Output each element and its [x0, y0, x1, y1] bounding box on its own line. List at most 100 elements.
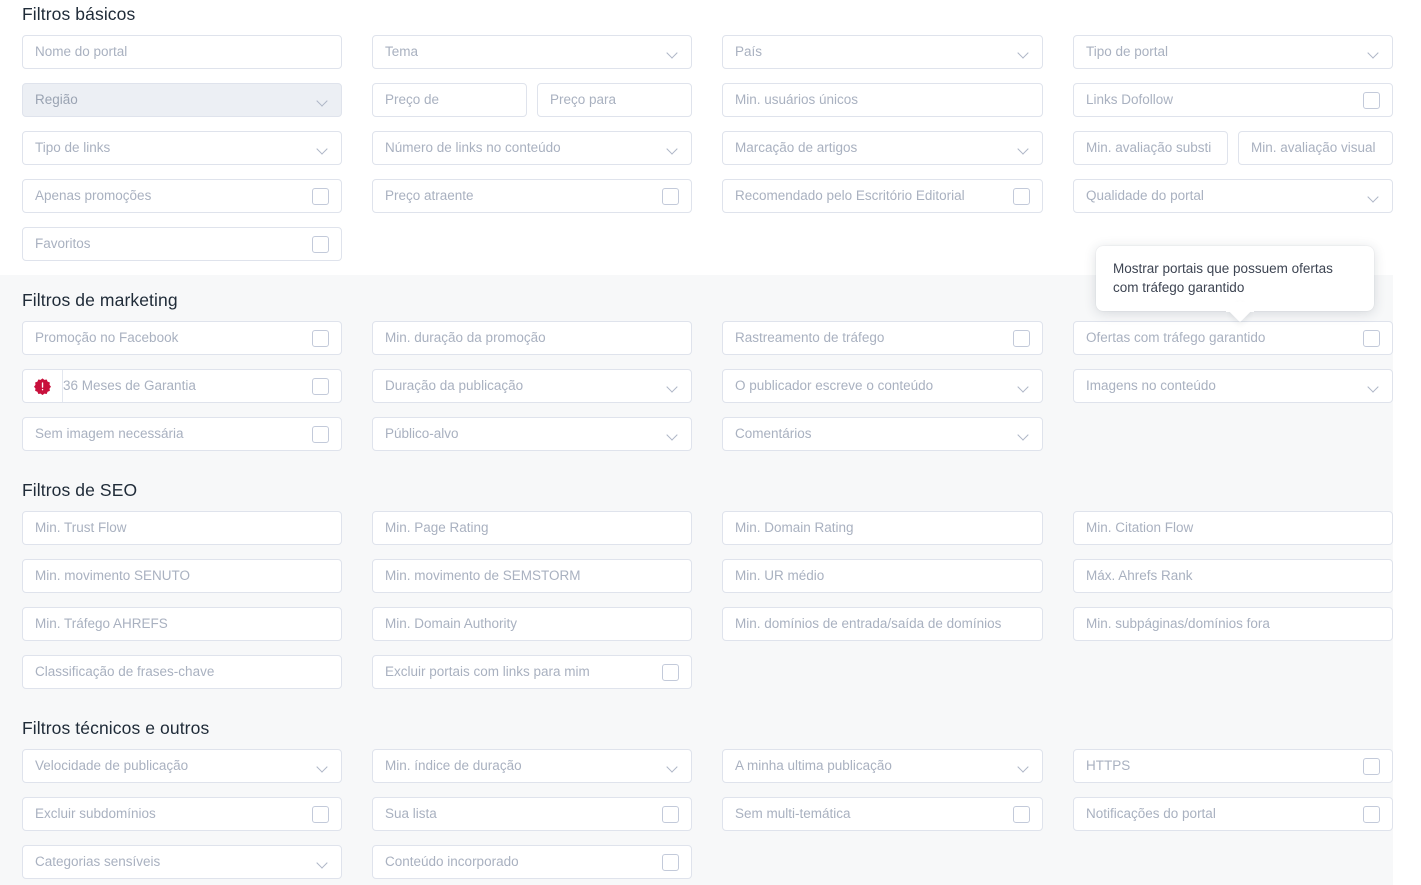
field-min-visual-rating[interactable]: Min. avaliação visual — [1238, 131, 1393, 165]
cell-min-ahrefs-traffic: Min. Tráfego AHREFS — [22, 607, 372, 655]
favorites-checkbox[interactable] — [312, 235, 329, 253]
field-links-in-content-count[interactable]: Número de links no conteúdo — [372, 131, 692, 165]
field-price-to[interactable]: Preço para — [537, 83, 692, 117]
https-checkbox[interactable] — [1363, 757, 1380, 775]
chevron-down-icon[interactable] — [1019, 49, 1030, 56]
chevron-down-icon[interactable] — [668, 383, 679, 390]
field-min-ahrefs-traffic[interactable]: Min. Tráfego AHREFS — [22, 607, 342, 641]
field-https[interactable]: HTTPS — [1073, 749, 1393, 783]
price-from-placeholder: Preço de — [385, 92, 440, 107]
field-guaranteed-traffic-offers[interactable]: Ofertas com tráfego garantido — [1073, 321, 1393, 355]
chevron-down-icon[interactable] — [1019, 431, 1030, 438]
exclude-portals-linking-to-me-checkbox[interactable] — [662, 663, 679, 681]
field-portal-name[interactable]: Nome do portal — [22, 35, 342, 69]
field-min-page-rating[interactable]: Min. Page Rating — [372, 511, 692, 545]
field-traffic-tracking[interactable]: Rastreamento de tráfego — [722, 321, 1043, 355]
chevron-down-icon[interactable] — [668, 431, 679, 438]
chevron-down-icon[interactable] — [318, 97, 329, 104]
promotions-only-checkbox[interactable] — [312, 187, 329, 205]
cell-portal-quality: Qualidade do portal — [1073, 179, 1421, 227]
field-min-semstorm-movement[interactable]: Min. movimento de SEMSTORM — [372, 559, 692, 593]
chevron-down-icon[interactable] — [668, 49, 679, 56]
no-image-required-checkbox[interactable] — [312, 425, 329, 443]
field-keyphrase-classification[interactable]: Classificação de frases-chave — [22, 655, 342, 689]
guaranteed-traffic-offers-checkbox[interactable] — [1363, 329, 1380, 347]
field-link-type[interactable]: Tipo de links — [22, 131, 342, 165]
field-no-multi-thematic[interactable]: Sem multi-temática — [722, 797, 1043, 831]
field-publication-duration[interactable]: Duração da publicação — [372, 369, 692, 403]
dofollow-links-checkbox[interactable] — [1363, 91, 1380, 109]
field-region[interactable]: Região — [22, 83, 342, 117]
field-promotions-only[interactable]: Apenas promoções — [22, 179, 342, 213]
no-image-required-placeholder: Sem imagem necessária — [35, 426, 184, 441]
field-target-audience[interactable]: Público-alvo — [372, 417, 692, 451]
keyphrase-classification-placeholder: Classificação de frases-chave — [35, 664, 215, 679]
exclude-subdomains-checkbox[interactable] — [312, 805, 329, 823]
chevron-down-icon[interactable] — [318, 859, 329, 866]
cell-min-domain-authority: Min. Domain Authority — [372, 607, 722, 655]
attractive-price-checkbox[interactable] — [662, 187, 679, 205]
chevron-down-icon[interactable] — [1369, 193, 1380, 200]
field-exclude-subdomains[interactable]: Excluir subdomínios — [22, 797, 342, 831]
field-article-marking[interactable]: Marcação de artigos — [722, 131, 1043, 165]
field-publisher-writes-content[interactable]: O publicador escreve o conteúdo — [722, 369, 1043, 403]
cell-min-unique-users: Min. usuários únicos — [722, 83, 1073, 131]
portal-notifications-checkbox[interactable] — [1363, 805, 1380, 823]
chevron-down-icon[interactable] — [1019, 145, 1030, 152]
field-min-trust-flow[interactable]: Min. Trust Flow — [22, 511, 342, 545]
field-publication-speed[interactable]: Velocidade de publicação — [22, 749, 342, 783]
traffic-tracking-checkbox[interactable] — [1013, 329, 1030, 347]
field-country[interactable]: País — [722, 35, 1043, 69]
field-portal-notifications[interactable]: Notificações do portal — [1073, 797, 1393, 831]
field-max-ahrefs-rank[interactable]: Máx. Ahrefs Rank — [1073, 559, 1393, 593]
field-attractive-price[interactable]: Preço atraente — [372, 179, 692, 213]
field-portal-type[interactable]: Tipo de portal — [1073, 35, 1393, 69]
chevron-down-icon[interactable] — [318, 145, 329, 152]
portal-type-placeholder: Tipo de portal — [1086, 44, 1169, 59]
36-months-warranty-checkbox[interactable] — [312, 377, 329, 395]
field-portal-quality[interactable]: Qualidade do portal — [1073, 179, 1393, 213]
field-images-in-content[interactable]: Imagens no conteúdo — [1073, 369, 1393, 403]
recommended-by-editorial-office-checkbox[interactable] — [1013, 187, 1030, 205]
field-min-subpages-out-domains[interactable]: Min. subpáginas/domínios fora — [1073, 607, 1393, 641]
embedded-content-checkbox[interactable] — [662, 853, 679, 871]
field-your-list[interactable]: Sua lista — [372, 797, 692, 831]
your-list-checkbox[interactable] — [662, 805, 679, 823]
field-min-unique-users[interactable]: Min. usuários únicos — [722, 83, 1043, 117]
chevron-down-icon[interactable] — [1019, 763, 1030, 770]
exclude-portals-linking-to-me-placeholder: Excluir portais com links para mim — [385, 664, 590, 679]
cell-min-in-out-domains: Min. domínios de entrada/saída de domíni… — [722, 607, 1073, 655]
field-dofollow-links[interactable]: Links Dofollow — [1073, 83, 1393, 117]
field-min-duration-index[interactable]: Min. índice de duração — [372, 749, 692, 783]
field-min-substantive-rating[interactable]: Min. avaliação substi — [1073, 131, 1228, 165]
field-no-image-required[interactable]: Sem imagem necessária — [22, 417, 342, 451]
chevron-down-icon[interactable] — [668, 763, 679, 770]
chevron-down-icon[interactable] — [318, 763, 329, 770]
cell-keyphrase-classification: Classificação de frases-chave — [22, 655, 372, 703]
field-my-last-publication[interactable]: A minha ultima publicação — [722, 749, 1043, 783]
field-sensitive-categories[interactable]: Categorias sensíveis — [22, 845, 342, 879]
chevron-down-icon[interactable] — [1369, 383, 1380, 390]
field-exclude-portals-linking-to-me[interactable]: Excluir portais com links para mim — [372, 655, 692, 689]
facebook-promotion-checkbox[interactable] — [312, 329, 329, 347]
chevron-down-icon[interactable] — [668, 145, 679, 152]
field-theme[interactable]: Tema — [372, 35, 692, 69]
field-min-citation-flow[interactable]: Min. Citation Flow — [1073, 511, 1393, 545]
field-min-domain-rating[interactable]: Min. Domain Rating — [722, 511, 1043, 545]
field-comments[interactable]: Comentários — [722, 417, 1043, 451]
field-min-promotion-duration[interactable]: Min. duração da promoção — [372, 321, 692, 355]
field-price-from[interactable]: Preço de — [372, 83, 527, 117]
field-min-senuto-movement[interactable]: Min. movimento SENUTO — [22, 559, 342, 593]
field-min-in-out-domains[interactable]: Min. domínios de entrada/saída de domíni… — [722, 607, 1043, 641]
chevron-down-icon[interactable] — [1019, 383, 1030, 390]
no-multi-thematic-checkbox[interactable] — [1013, 805, 1030, 823]
field-embedded-content[interactable]: Conteúdo incorporado — [372, 845, 692, 879]
field-min-domain-authority[interactable]: Min. Domain Authority — [372, 607, 692, 641]
field-favorites[interactable]: Favoritos — [22, 227, 342, 261]
field-recommended-by-editorial-office[interactable]: Recomendado pelo Escritório Editorial — [722, 179, 1043, 213]
min-in-out-domains-placeholder: Min. domínios de entrada/saída de domíni… — [735, 616, 1002, 631]
field-min-average-ur[interactable]: Min. UR médio — [722, 559, 1043, 593]
field-facebook-promotion[interactable]: Promoção no Facebook — [22, 321, 342, 355]
chevron-down-icon[interactable] — [1369, 49, 1380, 56]
field-36-months-warranty[interactable]: 36 Meses de Garantia — [22, 369, 342, 403]
